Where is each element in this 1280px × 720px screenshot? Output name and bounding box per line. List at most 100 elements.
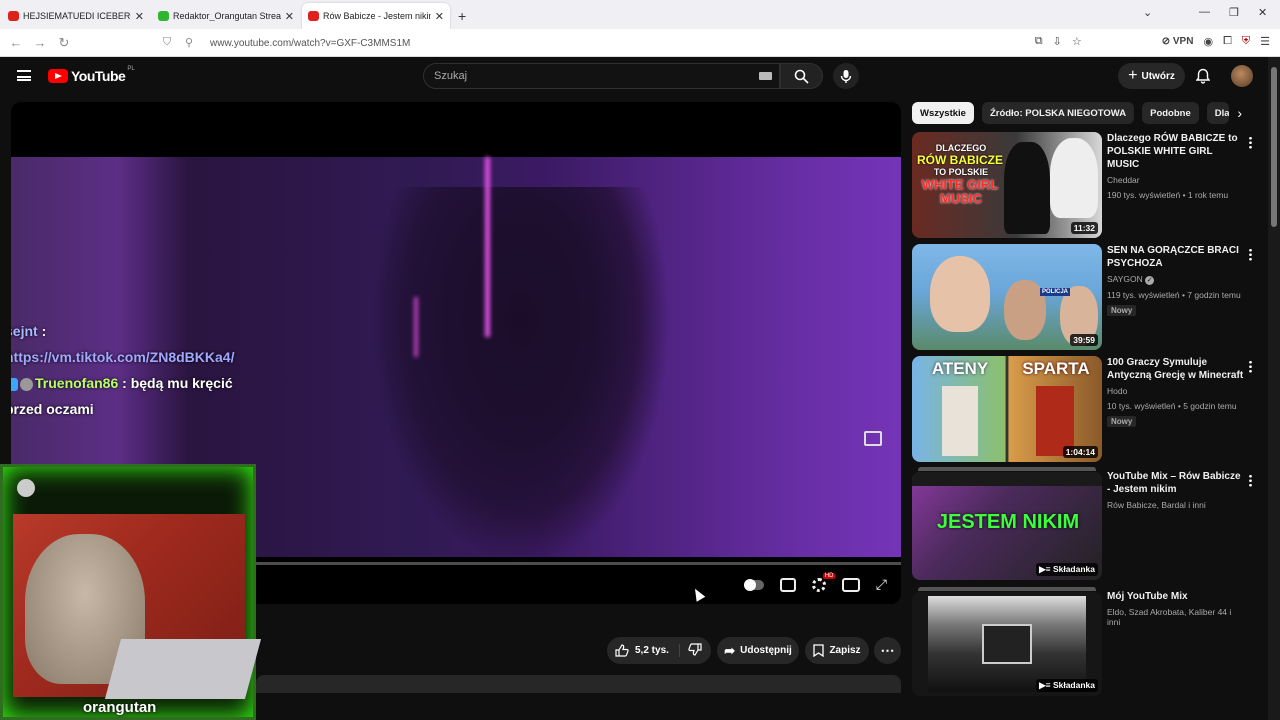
search-input[interactable]: Szukaj (423, 63, 780, 89)
youtube-favicon-icon (308, 11, 319, 21)
close-tab-icon[interactable]: ✕ (285, 10, 294, 23)
video-title[interactable]: Dlaczego RÓW BABICZE to POLSKIE WHITE GI… (1107, 132, 1245, 171)
video-title[interactable]: 100 Graczy Symuluje Antyczną Grecję w Mi… (1107, 356, 1245, 382)
duration-badge: 39:59 (1070, 334, 1098, 346)
like-button[interactable]: 5,2 tys. (615, 644, 680, 657)
page-scrollbar[interactable] (1268, 57, 1280, 720)
browser-tab-3-active[interactable]: Rów Babicze - Jestem nikim - Yo ✕ (302, 3, 450, 29)
tab-title: Redaktor_Orangutan Stream - V (173, 11, 281, 21)
recommendation-item[interactable]: ▶≡ Składanka Mój YouTube Mix Eldo, Szad … (912, 587, 1262, 696)
thumbs-up-icon (615, 644, 629, 657)
webcam-feed (13, 514, 262, 699)
channel-name[interactable]: Cheddar (1107, 175, 1245, 185)
keyboard-icon[interactable] (759, 72, 772, 80)
forward-icon[interactable]: → (28, 35, 52, 50)
mix-thumbnail[interactable]: JESTEM NIKIM ▶≡ Składanka (912, 472, 1102, 580)
mix-badge: ▶≡ Składanka (1036, 563, 1098, 576)
close-tab-icon[interactable]: ✕ (435, 10, 444, 23)
chat-line: przed oczami (11, 401, 94, 417)
video-thumbnail[interactable]: ATENY SPARTA 1:04:14 (912, 356, 1102, 462)
close-window-icon[interactable]: ✕ (1258, 6, 1267, 19)
video-title[interactable]: YouTube Mix – Rów Babicze - Jestem nikim (1107, 470, 1245, 496)
settings-gear-icon[interactable]: HD (811, 572, 836, 592)
vpn-button[interactable]: ⊘ VPN (1162, 36, 1194, 47)
browser-tab-2[interactable]: Redaktor_Orangutan Stream - V ✕ (152, 3, 300, 29)
like-dislike-group: 5,2 tys. (607, 637, 711, 664)
thumbnail-text: SPARTA (1022, 359, 1090, 378)
tab-list-chevron-icon[interactable]: ⌄ (1143, 6, 1152, 19)
chip-all[interactable]: Wszystkie (912, 102, 974, 124)
more-vert-icon[interactable] (1249, 248, 1252, 261)
video-title[interactable]: SEN NA GORĄCZCE BRACI PSYCHOZA (1107, 244, 1245, 270)
save-button[interactable]: Zapisz (805, 637, 869, 664)
reload-icon[interactable]: ↻ (52, 35, 76, 51)
chip-similar[interactable]: Podobne (1142, 102, 1199, 124)
video-meta: 190 tys. wyświetleń • 1 rok temu (1107, 190, 1229, 200)
subtitles-icon[interactable] (779, 577, 796, 592)
more-vert-icon[interactable] (1249, 136, 1252, 149)
menu-icon[interactable]: ☰ (1260, 35, 1270, 48)
url-field[interactable]: www.youtube.com/watch?v=GXF-C3MMS1M (210, 38, 410, 49)
chevron-right-icon[interactable]: › (1237, 105, 1242, 121)
ublock-icon[interactable]: ⛨ (1242, 35, 1250, 48)
minimize-icon[interactable]: — (1199, 6, 1210, 18)
more-vert-icon[interactable] (1249, 360, 1252, 373)
more-vert-icon[interactable] (1249, 474, 1252, 487)
scrollbar-thumb[interactable] (1271, 67, 1277, 227)
channel-name[interactable]: SAYGON ✓ (1107, 274, 1245, 285)
fullscreen-icon[interactable]: ⤢ (876, 576, 887, 593)
browser-tab-1[interactable]: HEJSIEMATUEDI ICEBERG - CZĘ ✕ (2, 3, 150, 29)
kick-favicon-icon (158, 11, 169, 21)
description-box[interactable] (256, 675, 901, 693)
extensions-icon[interactable]: ⧠ (1223, 35, 1232, 48)
mix-badge: ▶≡ Składanka (1036, 679, 1098, 692)
avatar[interactable] (1231, 65, 1253, 87)
permissions-icon[interactable]: ⚲ (177, 36, 201, 49)
theater-mode-icon[interactable] (841, 577, 860, 592)
duration-badge: 1:04:14 (1062, 446, 1098, 458)
player-controls: HD ⤢ (743, 572, 887, 593)
recommendation-item[interactable]: ATENY SPARTA 1:04:14 100 Graczy Symuluje… (912, 356, 1262, 462)
video-meta: 119 tys. wyświetleń • 7 godzin temu (1107, 290, 1241, 300)
close-tab-icon[interactable]: ✕ (135, 10, 144, 23)
menu-hamburger-icon[interactable] (17, 70, 31, 81)
new-badge: Nowy (1107, 305, 1137, 316)
video-title[interactable]: Mój YouTube Mix (1107, 590, 1245, 603)
share-button[interactable]: ➦ Udostępnij (717, 637, 799, 664)
more-actions-button[interactable]: ⋯ (874, 637, 901, 664)
video-thumbnail[interactable]: POLICJA 39:59 (912, 244, 1102, 350)
notifications-bell-icon[interactable] (1196, 68, 1210, 84)
youtube-header: YouTube PL Szukaj + Utwórz (0, 57, 1268, 95)
maximize-icon[interactable]: ❐ (1229, 6, 1239, 19)
chip-for-you[interactable]: Dla Ciebie (1206, 102, 1230, 124)
video-info: SEN NA GORĄCZCE BRACI PSYCHOZA SAYGON ✓ … (1107, 244, 1245, 318)
channel-name[interactable]: Eldo, Szad Akrobata, Kaliber 44 i inni (1107, 607, 1245, 627)
video-thumbnail[interactable]: DLACZEGO RÓW BABICZE TO POLSKIE WHITE GI… (912, 132, 1102, 238)
thumbnail-text: ATENY (931, 359, 989, 378)
profile-icon[interactable]: ◉ (1203, 35, 1213, 48)
download-icon[interactable]: ⇩ (1053, 35, 1062, 48)
create-button[interactable]: + Utwórz (1118, 63, 1185, 89)
search-button[interactable] (780, 63, 823, 89)
badge-icon (20, 377, 33, 391)
back-icon[interactable]: ← (4, 35, 28, 50)
chat-line: Truenofan86 : będą mu kręcić (11, 370, 234, 396)
bookmark-star-icon[interactable]: ☆ (1072, 35, 1082, 48)
autoplay-toggle[interactable] (743, 578, 764, 591)
screenshot-icon[interactable]: ⧉ (1035, 35, 1043, 48)
shield-icon[interactable]: ⛉ (155, 36, 179, 49)
youtube-favicon-icon (8, 11, 19, 21)
stream-chat-overlay: sejnt : https://vm.tiktok.com/ZN8dBKKa4/… (11, 318, 234, 422)
chip-source[interactable]: Źródło: POLSKA NIEGOTOWA (981, 102, 1135, 124)
recommendation-item[interactable]: DLACZEGO RÓW BABICZE TO POLSKIE WHITE GI… (912, 132, 1262, 238)
voice-search-button[interactable] (833, 63, 859, 89)
picture-in-picture-icon[interactable] (864, 431, 882, 446)
channel-name[interactable]: Hodo (1107, 386, 1245, 396)
dislike-button[interactable] (680, 642, 702, 659)
recommendation-item[interactable]: JESTEM NIKIM ▶≡ Składanka YouTube Mix – … (912, 467, 1262, 580)
mix-thumbnail[interactable]: ▶≡ Składanka (912, 592, 1102, 696)
youtube-logo[interactable]: YouTube PL (48, 66, 135, 84)
channel-name[interactable]: Rów Babicze, Bardal i inni (1107, 500, 1245, 510)
recommendation-item[interactable]: POLICJA 39:59 SEN NA GORĄCZCE BRACI PSYC… (912, 244, 1262, 350)
new-tab-icon[interactable]: + (458, 8, 466, 24)
